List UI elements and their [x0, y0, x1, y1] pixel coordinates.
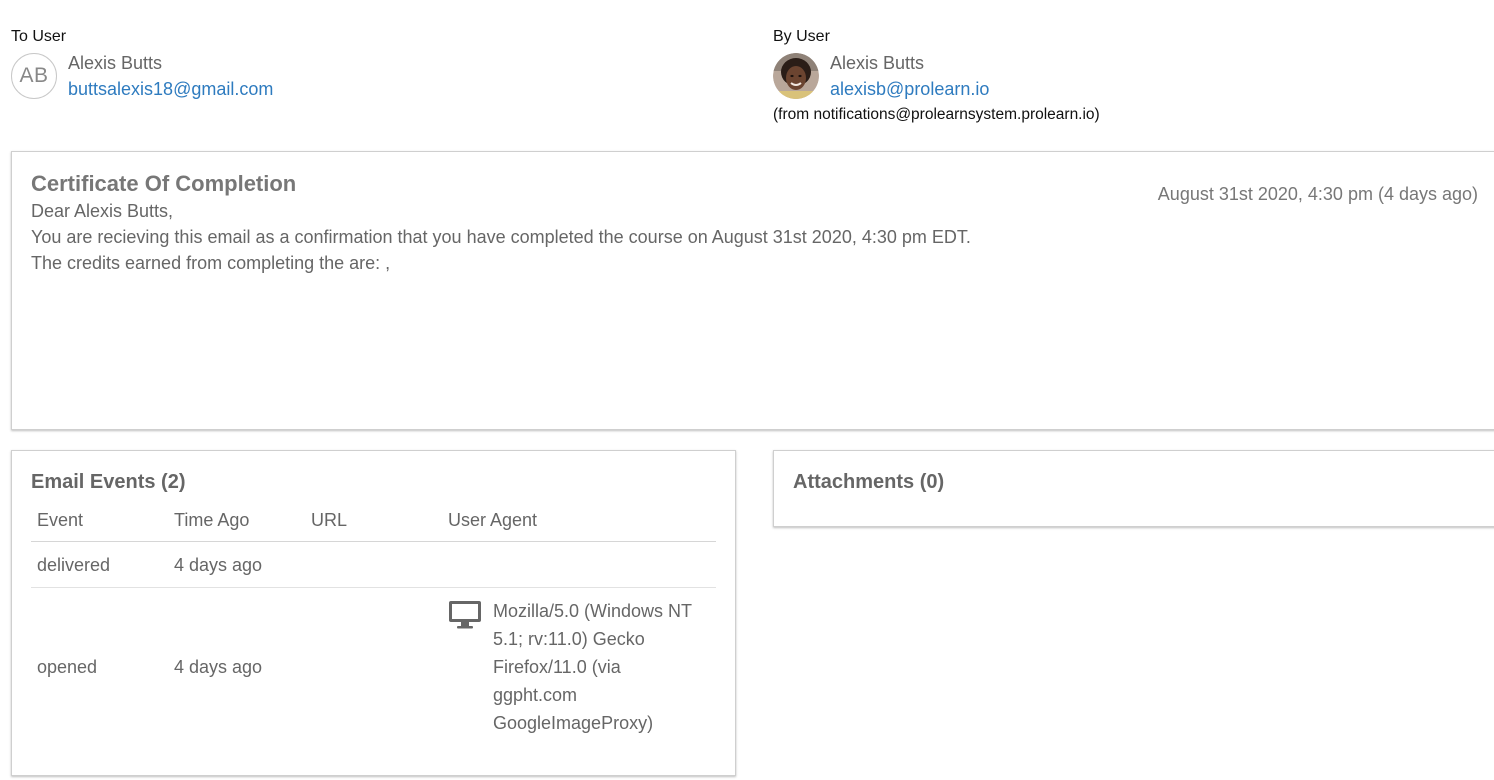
email-content-panel: Certificate Of Completion August 31st 20…	[11, 151, 1494, 430]
column-header-url: URL	[305, 503, 442, 542]
from-address-note: (from notifications@prolearnsystem.prole…	[773, 106, 1100, 123]
user-agent-cell	[442, 541, 716, 588]
to-user-label: To User	[11, 28, 67, 45]
by-user-email-link[interactable]: alexisb@prolearn.io	[830, 77, 989, 101]
table-row: delivered 4 days ago	[31, 541, 716, 588]
time-ago-cell: 4 days ago	[174, 657, 263, 677]
by-user-name: Alexis Butts	[830, 53, 925, 73]
to-user-section: To User AB Alexis Butts buttsalexis18@gm…	[11, 27, 273, 101]
email-events-table: Event Time Ago URL User Agent delivered …	[31, 503, 716, 745]
table-header-row: Event Time Ago URL User Agent	[31, 503, 716, 542]
user-agent-text: Mozilla/5.0 (Windows NT 5.1; rv:11.0) Ge…	[493, 601, 692, 733]
email-body: Dear Alexis Butts, You are recieving thi…	[31, 198, 1491, 276]
email-paragraph: The credits earned from completing the a…	[31, 253, 391, 273]
profile-photo-icon	[773, 53, 819, 99]
attachments-panel: Attachments (0)	[773, 450, 1494, 527]
attachments-title: Attachments (0)	[793, 471, 945, 493]
event-cell: opened	[37, 657, 98, 677]
desktop-monitor-icon	[449, 601, 481, 629]
by-user-label: By User	[773, 28, 830, 45]
column-header-event: Event	[31, 503, 168, 542]
email-events-panel: Email Events (2) Event Time Ago URL User…	[11, 450, 736, 776]
to-user-name: Alexis Butts	[68, 53, 163, 73]
table-row: opened 4 days ago Mozilla/5.0 (Windows N…	[31, 588, 716, 746]
column-header-time-ago: Time Ago	[168, 503, 305, 542]
email-events-title: Email Events (2)	[31, 471, 186, 493]
email-paragraph: You are recieving this email as a confir…	[31, 227, 971, 247]
by-user-avatar	[773, 53, 819, 99]
column-header-user-agent: User Agent	[442, 503, 716, 542]
event-cell: delivered	[31, 541, 168, 588]
time-ago-cell: 4 days ago	[168, 541, 305, 588]
user-agent-cell: Mozilla/5.0 (Windows NT 5.1; rv:11.0) Ge…	[442, 588, 716, 746]
url-cell	[305, 541, 442, 588]
email-date: August 31st 2020, 4:30 pm (4 days ago)	[1157, 184, 1478, 204]
to-user-avatar: AB	[11, 53, 57, 99]
to-user-email-link[interactable]: buttsalexis18@gmail.com	[68, 77, 273, 101]
url-cell	[305, 588, 442, 746]
by-user-section: By User Alexis Butts alexisb@prolearn.io…	[773, 27, 1100, 125]
